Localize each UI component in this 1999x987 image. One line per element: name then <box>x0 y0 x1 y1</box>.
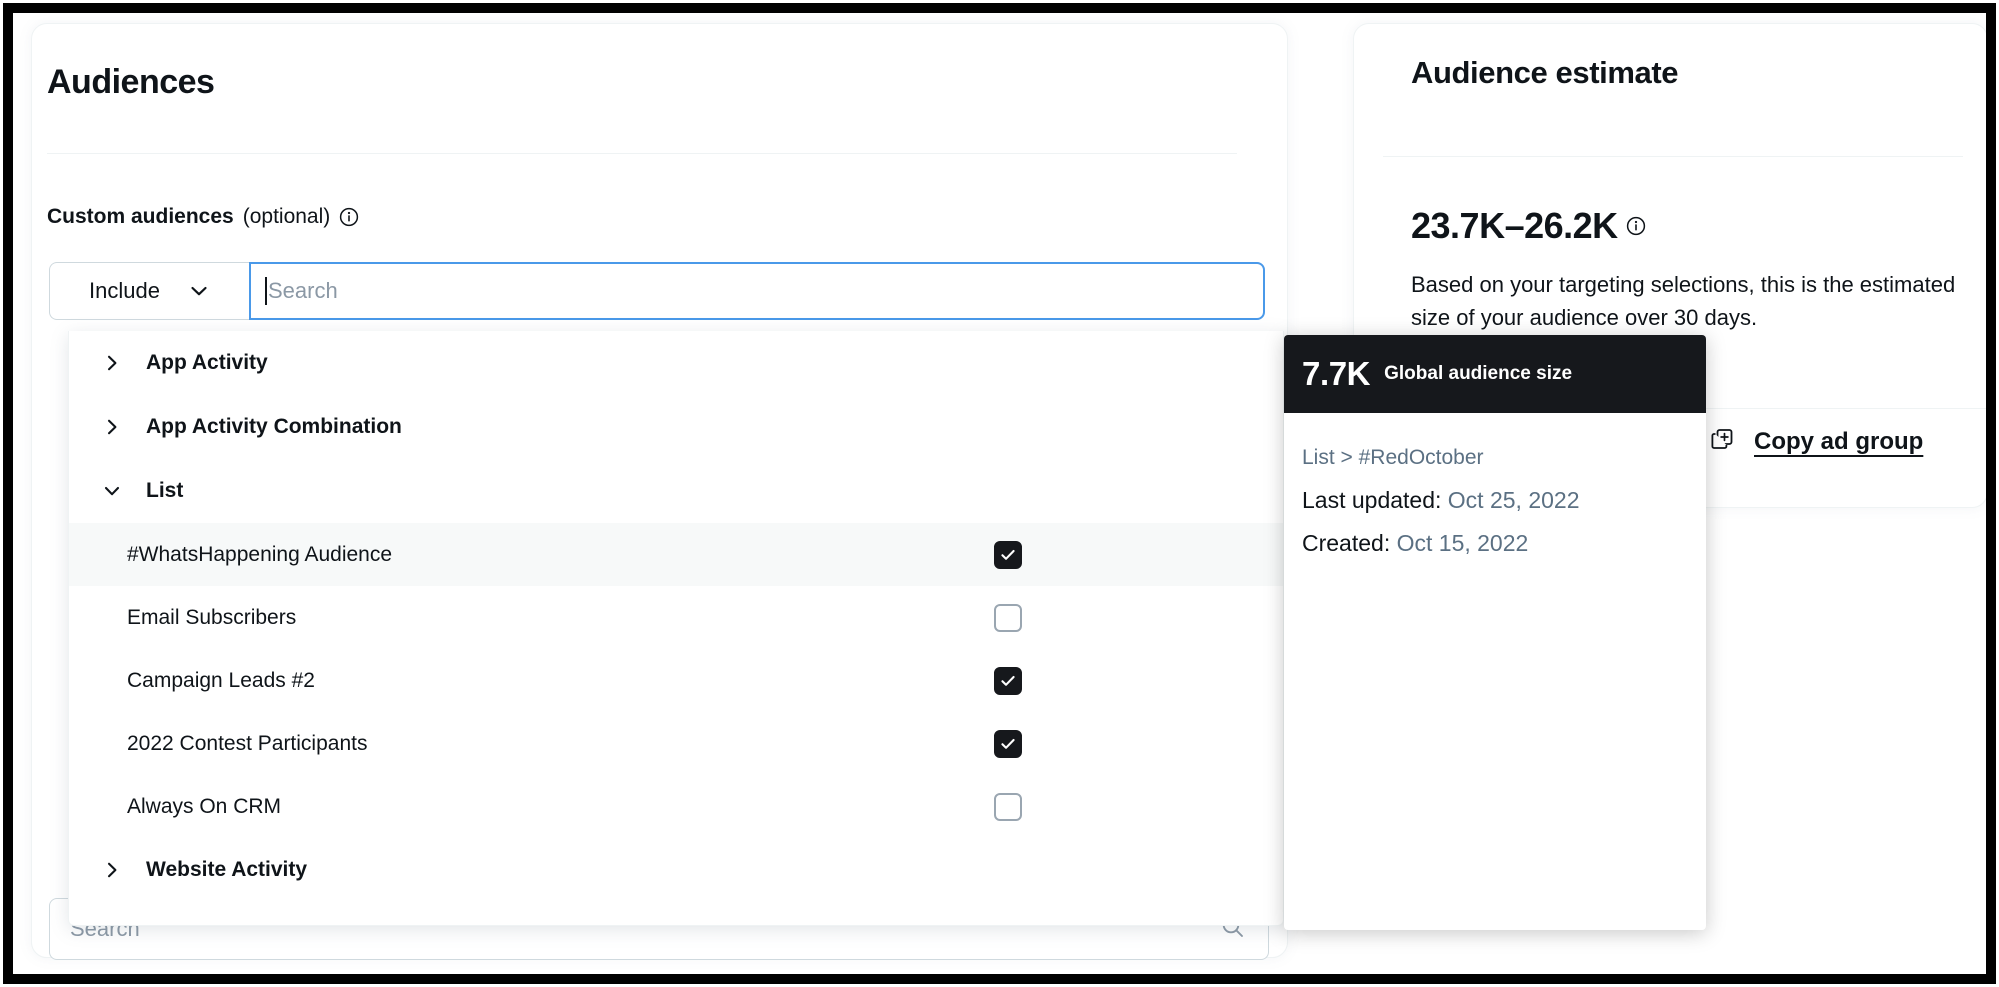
tooltip-audience-size: 7.7K <box>1302 355 1370 393</box>
custom-audiences-dropdown[interactable]: App Activity App Activity Combination <box>68 331 1284 926</box>
include-select-value: Include <box>89 278 160 304</box>
dropdown-group-app-activity[interactable]: App Activity <box>69 331 1283 395</box>
dropdown-group-app-activity-combination[interactable]: App Activity Combination <box>69 395 1283 459</box>
list-item-checkbox[interactable] <box>994 667 1022 695</box>
list-item-label: 2022 Contest Participants <box>127 732 367 756</box>
search-input-placeholder: Search <box>268 278 338 304</box>
list-item[interactable]: Campaign Leads #2 <box>69 649 1283 712</box>
audience-estimate-description: Based on your targeting selections, this… <box>1411 268 1956 334</box>
chevron-right-icon <box>102 353 146 373</box>
list-item-label: #WhatsHappening Audience <box>127 543 392 567</box>
estimate-divider <box>1383 156 1963 157</box>
custom-audiences-label-text: Custom audiences <box>47 205 234 229</box>
section-divider <box>47 153 1237 154</box>
tooltip-audience-size-label: Global audience size <box>1384 363 1572 385</box>
copy-ad-group-label: Copy ad group <box>1754 428 1923 456</box>
list-item-label: Email Subscribers <box>127 606 296 630</box>
chevron-right-icon <box>102 860 146 880</box>
audience-detail-tooltip: 7.7K Global audience size List > #RedOct… <box>1284 335 1706 930</box>
copy-ad-group-button[interactable]: Copy ad group <box>1710 426 1923 457</box>
page-title: Audiences <box>47 63 214 102</box>
list-item-label: Always On CRM <box>127 795 281 819</box>
list-item[interactable]: #WhatsHappening Audience <box>69 523 1283 586</box>
tooltip-last-updated-value: Oct 25, 2022 <box>1448 487 1580 513</box>
text-caret <box>265 277 267 305</box>
list-item[interactable]: 2022 Contest Participants <box>69 712 1283 775</box>
page-stage: Audiences Custom audiences (optional) In… <box>13 13 1986 974</box>
list-item-checkbox[interactable] <box>994 730 1022 758</box>
tooltip-breadcrumb: List > #RedOctober <box>1302 446 1706 470</box>
copy-icon <box>1710 426 1736 457</box>
list-item[interactable]: Email Subscribers <box>69 586 1283 649</box>
list-item-checkbox[interactable] <box>994 604 1022 632</box>
audience-estimate-value-row: 23.7K–26.2K <box>1411 205 1646 247</box>
tooltip-last-updated: Last updated: Oct 25, 2022 <box>1302 487 1706 514</box>
list-item[interactable]: Always On CRM <box>69 775 1283 838</box>
chevron-down-icon <box>102 481 146 501</box>
dropdown-group-label: Website Activity <box>146 858 307 882</box>
tooltip-body: List > #RedOctober Last updated: Oct 25,… <box>1284 413 1706 557</box>
info-icon[interactable] <box>339 207 359 227</box>
tooltip-created-key: Created: <box>1302 530 1390 556</box>
include-select[interactable]: Include <box>49 262 249 320</box>
list-item-checkbox[interactable] <box>994 793 1022 821</box>
dropdown-group-website-activity[interactable]: Website Activity <box>69 838 1283 902</box>
info-icon[interactable] <box>1626 216 1646 236</box>
tooltip-last-updated-key: Last updated: <box>1302 487 1441 513</box>
custom-audiences-label: Custom audiences (optional) <box>47 205 359 229</box>
dropdown-group-label: List <box>146 479 183 503</box>
custom-audiences-optional-text: (optional) <box>243 205 331 229</box>
chevron-down-icon <box>188 280 210 302</box>
audience-estimate-value: 23.7K–26.2K <box>1411 205 1618 247</box>
tooltip-created: Created: Oct 15, 2022 <box>1302 530 1706 557</box>
dropdown-group-list[interactable]: List <box>69 459 1283 523</box>
dropdown-group-label: App Activity <box>146 351 268 375</box>
list-item-checkbox[interactable] <box>994 541 1022 569</box>
list-item-label: Campaign Leads #2 <box>127 669 315 693</box>
audience-estimate-title: Audience estimate <box>1411 55 1678 91</box>
custom-audiences-field-row: Include Search <box>49 262 1265 320</box>
tooltip-created-value: Oct 15, 2022 <box>1397 530 1529 556</box>
chevron-right-icon <box>102 417 146 437</box>
tooltip-header: 7.7K Global audience size <box>1284 335 1706 413</box>
dropdown-group-label: App Activity Combination <box>146 415 402 439</box>
screenshot-frame: Audiences Custom audiences (optional) In… <box>3 3 1996 984</box>
custom-audiences-search-input[interactable]: Search <box>249 262 1265 320</box>
